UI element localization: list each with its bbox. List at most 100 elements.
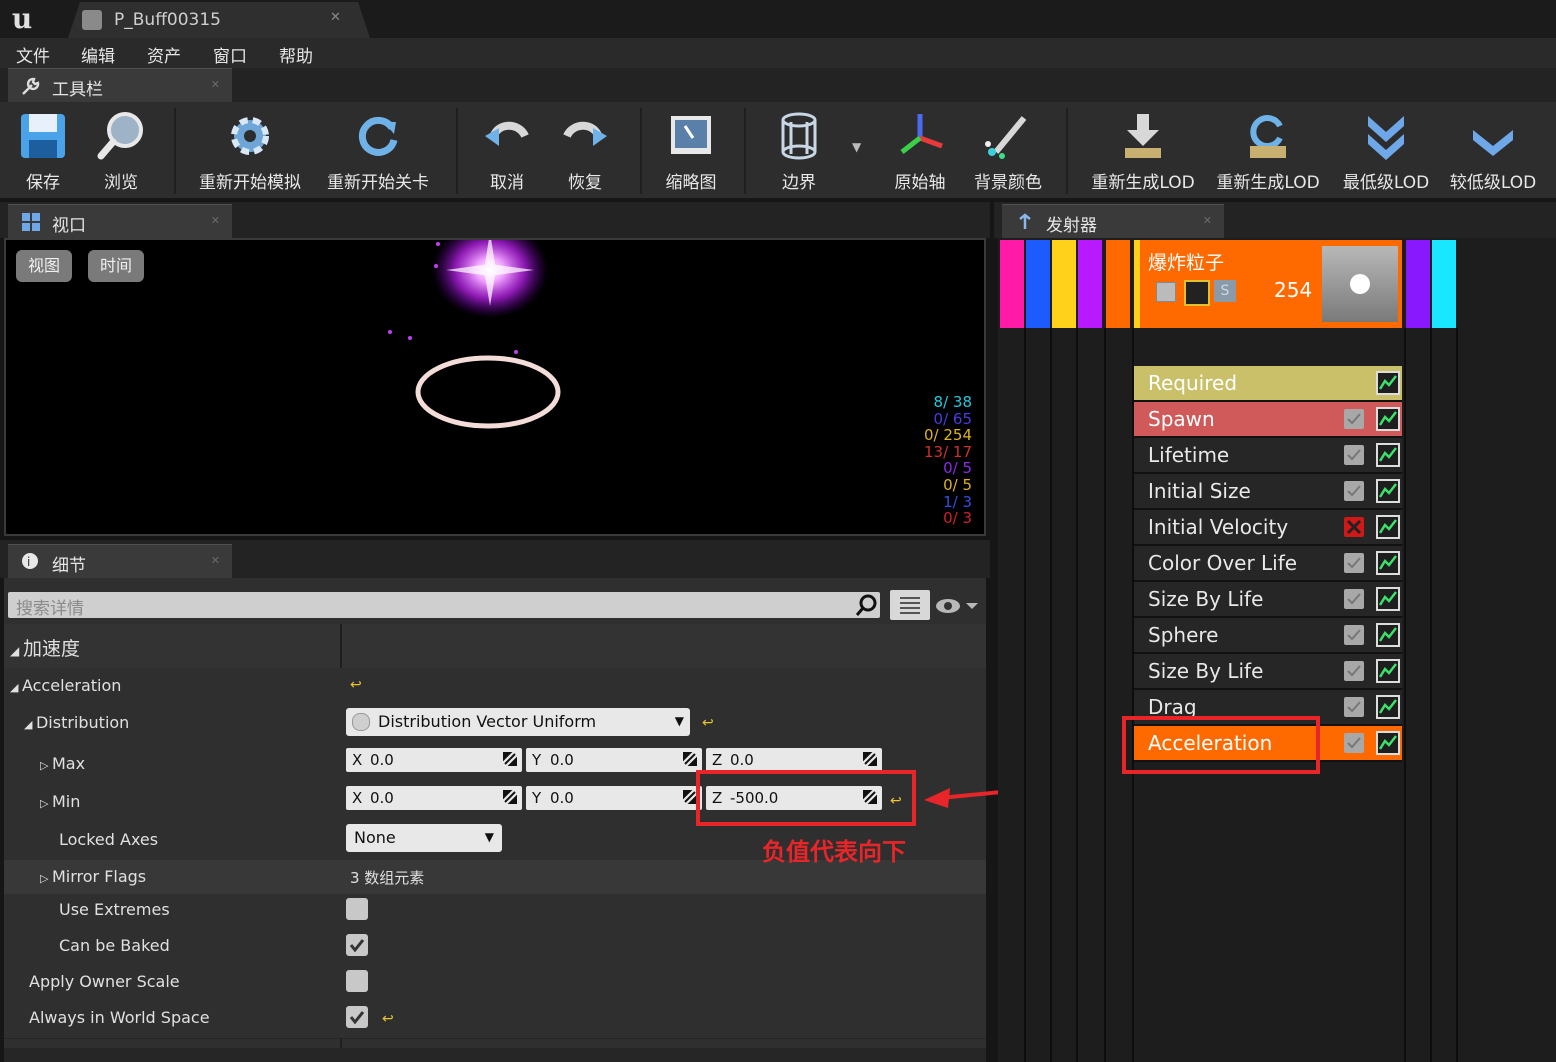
view-options-button[interactable]	[890, 590, 930, 620]
visibility-filter-button[interactable]	[934, 594, 982, 618]
module-sphere[interactable]: Sphere	[1134, 618, 1402, 654]
collapse-triangle-icon[interactable]: ◢	[24, 718, 36, 731]
close-panel-icon[interactable]: ✕	[211, 78, 220, 91]
origin-axis-button[interactable]: 原始轴	[882, 102, 958, 198]
emitter-strip[interactable]	[1078, 240, 1102, 328]
min-x-field[interactable]: X 0.0	[346, 786, 522, 810]
emitter-strip[interactable]	[1406, 240, 1430, 328]
module-enable-checkbox[interactable]	[1344, 553, 1364, 573]
menu-help[interactable]: 帮助	[279, 42, 313, 67]
thumbnail-button[interactable]: 缩略图	[652, 102, 730, 198]
module-spawn[interactable]: Spawn	[1134, 402, 1402, 438]
reset-to-default-icon[interactable]: ↩	[350, 678, 364, 692]
use-extremes-checkbox[interactable]	[346, 898, 368, 920]
module-color-over-life[interactable]: Color Over Life	[1134, 546, 1402, 582]
emitter-panel: 爆炸粒子 S 254 Required Spawn Lifetime Initial …	[998, 238, 1556, 1062]
curve-editor-icon[interactable]	[1376, 695, 1400, 719]
restart-level-button[interactable]: 重新开始关卡	[320, 102, 436, 198]
expand-triangle-icon[interactable]: ▷	[40, 872, 52, 885]
tab-viewport[interactable]: 视口 ✕	[8, 204, 232, 238]
menu-file[interactable]: 文件	[16, 42, 50, 67]
emitter-strip[interactable]	[1432, 240, 1456, 328]
tab-emitters[interactable]: 发射器 ✕	[1002, 204, 1224, 238]
save-button[interactable]: 保存	[6, 102, 80, 198]
module-enable-checkbox[interactable]	[1344, 697, 1364, 717]
emitter-enable-checkbox[interactable]	[1156, 282, 1176, 302]
module-enable-checkbox[interactable]	[1344, 661, 1364, 681]
browse-button[interactable]: 浏览	[84, 102, 158, 198]
curve-editor-icon[interactable]	[1376, 551, 1400, 575]
emitter-strip[interactable]	[1000, 240, 1024, 328]
apply-owner-scale-checkbox[interactable]	[346, 970, 368, 992]
reset-to-default-icon[interactable]: ↩	[702, 716, 716, 730]
expand-triangle-icon[interactable]: ▷	[40, 797, 52, 810]
collapse-triangle-icon[interactable]: ◢	[10, 681, 22, 694]
bg-color-button[interactable]: 背景颜色	[966, 102, 1050, 198]
bounds-button[interactable]: 边界	[762, 102, 836, 198]
locked-axes-dropdown[interactable]: None ▼	[346, 824, 502, 852]
module-initial-size[interactable]: Initial Size	[1134, 474, 1402, 510]
module-size-by-life[interactable]: Size By Life	[1134, 582, 1402, 618]
module-enable-checkbox[interactable]	[1344, 733, 1364, 753]
category-acceleration[interactable]: ◢ 加速度	[4, 624, 986, 669]
lowest-lod-button[interactable]: 最低级LOD	[1336, 102, 1436, 198]
collapse-triangle-icon: ◢	[10, 644, 24, 658]
menu-window[interactable]: 窗口	[213, 42, 247, 67]
emitter-strip[interactable]	[1026, 240, 1050, 328]
close-panel-icon[interactable]: ✕	[211, 554, 220, 567]
bounds-dropdown-button[interactable]: ▼	[848, 102, 872, 198]
stat-line: 0/ 5	[943, 475, 972, 494]
max-z-field[interactable]: Z 0.0	[706, 748, 882, 772]
document-tab[interactable]: P_Buff00315 ✕	[68, 2, 370, 38]
curve-editor-icon[interactable]	[1376, 407, 1400, 431]
curve-editor-icon[interactable]	[1376, 479, 1400, 503]
module-required[interactable]: Required	[1134, 366, 1402, 402]
tab-details[interactable]: i 细节 ✕	[8, 544, 232, 578]
distribution-dropdown[interactable]: Distribution Vector Uniform ▼	[346, 708, 690, 736]
can-be-baked-checkbox[interactable]	[346, 934, 368, 956]
mirror-flags-value: 3 数组元素	[350, 869, 425, 887]
search-details-input[interactable]: 搜索详情	[8, 592, 880, 619]
emitter-strip[interactable]	[1052, 240, 1076, 328]
curve-editor-icon[interactable]	[1376, 587, 1400, 611]
module-lifetime[interactable]: Lifetime	[1134, 438, 1402, 474]
curve-editor-icon[interactable]	[1376, 443, 1400, 467]
module-size-by-life[interactable]: Size By Life	[1134, 654, 1402, 690]
module-enable-checkbox[interactable]	[1344, 445, 1364, 465]
min-y-field[interactable]: Y 0.0	[526, 786, 702, 810]
redo-button[interactable]: 恢复	[548, 102, 622, 198]
curve-editor-icon[interactable]	[1376, 731, 1400, 755]
curve-editor-icon[interactable]	[1376, 371, 1400, 395]
solo-icon[interactable]: S	[1214, 280, 1236, 302]
regenerate-lod-button-2[interactable]: 重新生成LOD	[1208, 102, 1328, 198]
module-enable-checkbox[interactable]	[1344, 409, 1364, 429]
module-initial-velocity[interactable]: Initial Velocity	[1134, 510, 1402, 546]
menu-asset[interactable]: 资产	[147, 42, 181, 67]
close-tab-icon[interactable]: ✕	[330, 10, 341, 25]
always-world-space-checkbox[interactable]	[346, 1006, 368, 1028]
module-enable-checkbox[interactable]	[1344, 625, 1364, 645]
close-panel-icon[interactable]: ✕	[1203, 214, 1212, 227]
restart-sim-button[interactable]: 重新开始模拟	[192, 102, 308, 198]
lower-lod-button[interactable]: 较低级LOD	[1444, 102, 1542, 198]
curve-editor-icon[interactable]	[1376, 659, 1400, 683]
render-mode-icon[interactable]	[1184, 280, 1210, 306]
max-x-field[interactable]: X 0.0	[346, 748, 522, 772]
menu-edit[interactable]: 编辑	[81, 42, 115, 67]
reset-to-default-icon[interactable]: ↩	[382, 1012, 396, 1026]
viewport[interactable]: 视图 时间 8/ 38 0/ 65 0/ 254 13/ 17 0/ 5 0/ 5 1/ 3…	[4, 238, 986, 536]
module-enable-checkbox[interactable]	[1344, 481, 1364, 501]
undo-button[interactable]: 取消	[470, 102, 544, 198]
module-disabled-icon[interactable]	[1344, 517, 1364, 537]
expand-triangle-icon[interactable]: ▷	[40, 759, 52, 772]
module-enable-checkbox[interactable]	[1344, 589, 1364, 609]
emitter-header[interactable]: 爆炸粒子 S 254	[1134, 240, 1402, 328]
emitter-strip[interactable]	[1106, 240, 1130, 328]
curve-editor-icon[interactable]	[1376, 515, 1400, 539]
regenerate-lod-button-1[interactable]: 重新生成LOD	[1084, 102, 1202, 198]
curve-editor-icon[interactable]	[1376, 623, 1400, 647]
max-y-field[interactable]: Y 0.0	[526, 748, 702, 772]
close-panel-icon[interactable]: ✕	[211, 214, 220, 227]
unreal-logo-icon[interactable]: u	[4, 2, 40, 36]
tab-toolbar[interactable]: 工具栏 ✕	[8, 68, 232, 102]
